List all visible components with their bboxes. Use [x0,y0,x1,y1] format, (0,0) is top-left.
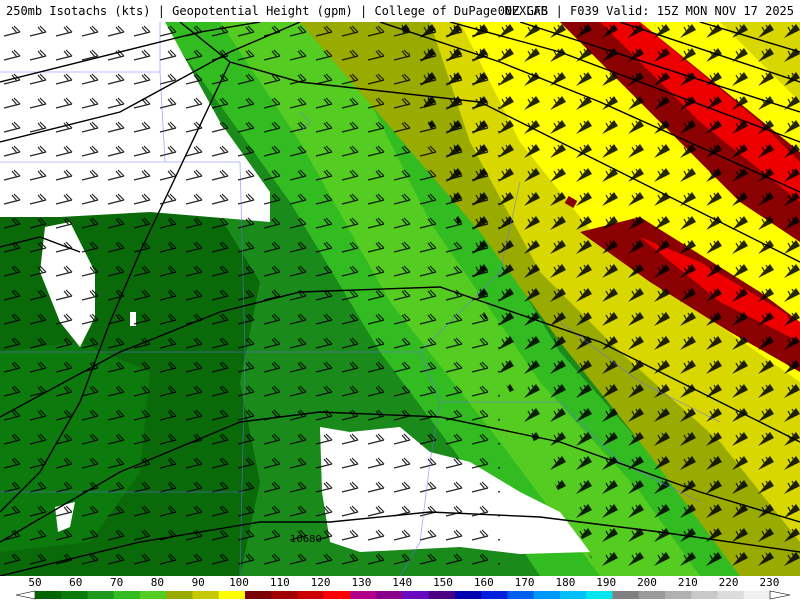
legend-label: 210 [677,576,698,589]
colorbar-swatch [323,591,351,599]
colorbar-swatch [560,591,587,599]
colorbar-swatch [586,591,613,599]
contour-label: 10680 [290,534,322,545]
colorbar-swatch [166,591,193,599]
map-title: 250mb Isotachs (kts) | Geopotential Heig… [6,4,548,18]
legend-label: 190 [596,576,617,589]
colorbar-swatch [481,591,508,599]
weather-map: 10680 [0,22,800,576]
colorbar-swatch [245,591,272,599]
colorbar-swatch [35,591,62,599]
legend-label: 180 [555,576,576,589]
legend-label: 60 [69,576,83,589]
colorbar-swatch [61,591,88,599]
legend-label: 160 [473,576,494,589]
colorbar-swatch [638,591,666,599]
legend-label: 50 [28,576,42,589]
map-canvas: 10680 [0,22,800,576]
legend-label: 70 [109,576,124,589]
legend-label: 90 [191,576,205,589]
colorbar-swatch [533,591,561,599]
colorbar-right-arrow [769,590,791,600]
legend-label: 220 [718,576,739,589]
isotach-colorbar [15,590,791,600]
model-valid-time: 00Z GFS | F039 Valid: 15Z MON NOV 17 202… [497,4,794,18]
legend-label: 200 [637,576,657,589]
colorbar-swatch [350,591,377,599]
colorbar-swatch [297,591,325,599]
colorbar-swatch [665,591,692,599]
legend-label: 230 [759,576,780,589]
map-title-bar: 250mb Isotachs (kts) | Geopotential Heig… [0,0,800,22]
colorbar-swatch [612,591,640,599]
colorbar-swatch [717,591,745,599]
legend-label: 140 [392,576,413,589]
colorbar-swatch [87,591,115,599]
legend-label: 110 [269,576,290,589]
colorbar-swatch [192,591,220,599]
colorbar-swatch [113,591,141,599]
legend-label: 150 [433,576,453,589]
legend-label: 120 [310,576,331,589]
colorbar-swatch [507,591,535,599]
colorbar-swatch [402,591,430,599]
colorbar-swatch [743,591,771,599]
colorbar-swatch [271,591,298,599]
legend-label: 100 [229,576,249,589]
colorbar-swatch [691,591,718,599]
colorbar-swatch [376,591,403,599]
colorbar-swatch [140,591,167,599]
colorbar-swatch [455,591,482,599]
isotach-legend-labels: 50 60 70 80 90 100 110 120 130 140 150 160 170 180 190… [0,576,800,590]
legend-label: 170 [514,576,535,589]
legend-label: 80 [150,576,165,589]
colorbar-swatch [218,591,246,599]
legend-label: 130 [351,576,372,589]
colorbar-left-arrow [15,590,36,600]
colorbar-swatch [428,591,456,599]
